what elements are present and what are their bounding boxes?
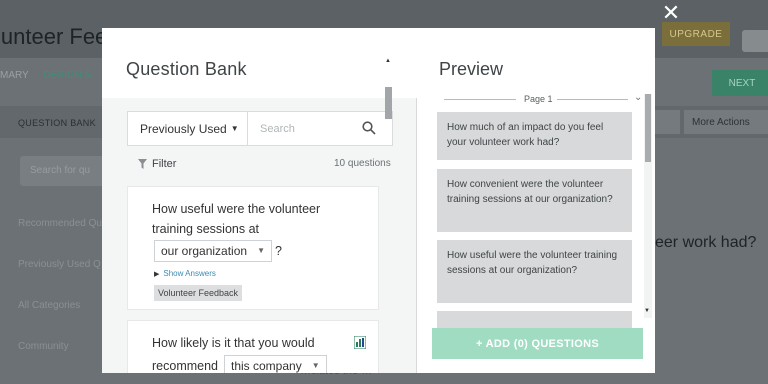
- more-actions-button: More Actions: [684, 110, 768, 134]
- filter-label: Filter: [152, 158, 177, 170]
- question-inline-row: our organization ▼ ?: [154, 240, 282, 262]
- question-text-line: How likely is it that you would: [152, 336, 315, 350]
- show-answers-link[interactable]: ▶ Show Answers: [154, 269, 216, 278]
- separator-line: [556, 99, 628, 100]
- show-answers-label: Show Answers: [163, 269, 216, 278]
- tab-summary: MARY: [0, 70, 29, 81]
- organization-select-value: our organization: [161, 244, 248, 258]
- background-sidebar-item: Community: [18, 341, 69, 352]
- scroll-down-icon[interactable]: ▼: [644, 308, 650, 314]
- separator-line: [444, 99, 516, 100]
- chevron-down-icon[interactable]: ⌄: [634, 92, 642, 103]
- preview-panel: Preview Page 1 ⌄ How much of an impact d…: [418, 28, 655, 373]
- add-questions-button[interactable]: + ADD (0) QUESTIONS: [432, 328, 643, 359]
- question-count: 10 questions: [334, 158, 391, 169]
- source-dropdown-label: Previously Used: [140, 121, 227, 136]
- question-bank-header: Question Bank: [102, 28, 417, 98]
- question-text-line: training sessions at: [152, 222, 260, 236]
- background-search: Search for qu: [20, 156, 110, 186]
- background-tabs: MARY DESIGN S: [0, 70, 103, 81]
- background-sidebar-item: All Categories: [18, 300, 81, 311]
- preview-question[interactable]: How much of an impact do you feel your v…: [437, 112, 632, 160]
- question-suffix: ?: [274, 244, 282, 258]
- caret-down-icon: ▼: [311, 361, 320, 370]
- question-card[interactable]: How likely is it that you would recommen…: [127, 320, 379, 373]
- question-text-line: How useful were the volunteer: [152, 202, 321, 216]
- search-icon[interactable]: [362, 121, 376, 135]
- tab-design: DESIGN S: [43, 70, 92, 81]
- question-list: How useful were the volunteer training s…: [127, 180, 405, 373]
- company-select[interactable]: this company ▼: [224, 355, 327, 373]
- scroll-up-icon[interactable]: ▲: [385, 58, 391, 64]
- background-question-bank-label: QUESTION BANK: [18, 118, 96, 128]
- company-select-value: this company: [231, 359, 302, 373]
- preview-question[interactable]: How convenient were the volunteer traini…: [437, 169, 632, 232]
- background-page-title: lunteer Fee: [0, 24, 108, 49]
- question-bank-title: Question Bank: [126, 59, 247, 79]
- search-box: [248, 112, 392, 145]
- preview-scrollbar[interactable]: [645, 94, 651, 162]
- question-card[interactable]: How useful were the volunteer training s…: [127, 186, 379, 310]
- filter-icon: [138, 159, 147, 169]
- organization-select[interactable]: our organization ▼: [154, 240, 272, 262]
- source-dropdown[interactable]: Previously Used ▼: [128, 112, 248, 145]
- question-inline-row: recommend this company ▼: [152, 355, 330, 373]
- preview-title: Preview: [439, 59, 504, 79]
- next-button: NEXT: [712, 70, 768, 96]
- question-list-scrollbar[interactable]: [385, 87, 392, 119]
- nps-icon: [354, 336, 366, 349]
- caret-down-icon: ▼: [230, 124, 239, 133]
- caret-down-icon: ▼: [257, 246, 265, 255]
- upgrade-button: UPGRADE: [662, 22, 730, 46]
- triangle-right-icon: ▶: [154, 270, 160, 278]
- chat-icon: [742, 30, 768, 52]
- category-tag: Volunteer Feedback: [154, 285, 243, 301]
- background-sidebar-item: Recommended Qu: [18, 218, 102, 229]
- background-sidebar-item: Previously Used Q: [18, 259, 101, 270]
- filter-button[interactable]: Filter: [138, 158, 176, 170]
- close-icon[interactable]: ✕: [660, 2, 682, 24]
- question-bank-panel: Question Bank Previously Used ▼ Filter 1…: [102, 28, 417, 373]
- page-separator: Page 1 ⌄: [444, 92, 642, 106]
- question-bank-modal: Question Bank Previously Used ▼ Filter 1…: [102, 28, 655, 373]
- background-dropdown: [654, 110, 680, 134]
- question-bank-controls: Previously Used ▼: [127, 111, 393, 146]
- preview-question[interactable]: How useful were the volunteer training s…: [437, 240, 632, 303]
- background-question-text: eer work had?: [655, 234, 757, 251]
- question-text-prefix: recommend: [152, 359, 218, 373]
- page-label: Page 1: [520, 94, 557, 104]
